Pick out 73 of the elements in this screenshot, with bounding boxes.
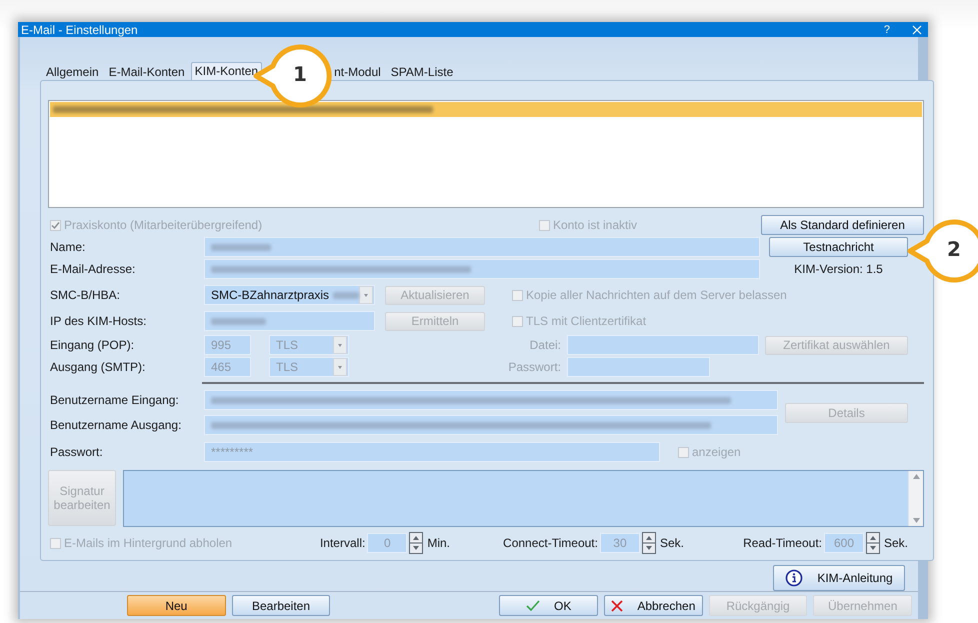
window-title: E-Mail - Einstellungen [21, 22, 139, 36]
callout-number: 2 [946, 237, 962, 261]
field-label: Connect-Timeout: [503, 536, 598, 550]
field-label: Datei: [528, 338, 562, 352]
number-field[interactable]: 30 [600, 533, 640, 553]
dropdown-value: TLS [276, 360, 298, 374]
number-field[interactable]: 0 [367, 533, 408, 553]
info-icon [785, 569, 804, 587]
scrollbar[interactable] [908, 471, 923, 526]
field-label: SMC-B/HBA: [49, 288, 122, 302]
field-label: E-Mail-Adresse: [49, 262, 136, 276]
dropdown-value: SMC-BZahnarztpraxis [211, 288, 330, 302]
checkbox-label: E-Mails im Hintergrund abholen [50, 536, 306, 550]
file-field[interactable] [567, 335, 759, 355]
test-message-button[interactable]: Testnachricht [769, 237, 908, 257]
footer-button[interactable]: Neu [127, 595, 226, 616]
tab[interactable]: nt-Modul [330, 64, 385, 80]
blurred-text [211, 318, 266, 324]
field-label: Benutzername Eingang: [49, 393, 180, 407]
set-default-button[interactable]: Als Standard definieren [761, 215, 924, 235]
text-field[interactable] [204, 311, 375, 331]
scroll-up-icon[interactable] [912, 474, 920, 479]
checkbox-label: Praxiskonto (Mitarbeiterübergreifend) [50, 218, 262, 232]
guide-button[interactable]: KIM-Anleitung [773, 565, 905, 591]
checkmark-icon [526, 600, 540, 612]
callout-number: 1 [292, 62, 308, 86]
checkbox-label: TLS mit Clientzertifikat [512, 314, 646, 328]
spin-buttons[interactable] [866, 532, 880, 554]
password-field[interactable]: ********* [204, 442, 660, 462]
text-field[interactable] [204, 237, 760, 257]
checkbox-label: Konto ist inaktiv [538, 218, 637, 232]
dropdown-value: TLS [276, 338, 298, 352]
tab[interactable]: E-Mail-Konten [104, 64, 189, 80]
port-field[interactable]: 465 [204, 357, 251, 377]
password-field[interactable] [567, 357, 710, 377]
field-label: Read-Timeout: [743, 536, 822, 550]
text-field[interactable] [204, 259, 760, 279]
field-label: Passwort: [49, 445, 104, 459]
checkbox-label: Kopie aller Nachrichten auf dem Server belassen [512, 288, 787, 302]
text-field[interactable] [204, 415, 778, 435]
text-field[interactable] [204, 390, 778, 410]
footer-button[interactable]: Abbrechen [604, 595, 703, 616]
field-label: Passwort: [507, 360, 562, 374]
help-button[interactable]: ? [884, 24, 890, 36]
tab[interactable]: KIM-Konten [190, 62, 262, 80]
account-row[interactable] [50, 102, 922, 117]
footer-button[interactable]: Bearbeiten [232, 595, 330, 616]
dropdown[interactable]: SMC-BZahnarztpraxis [204, 285, 375, 305]
signature-text-area[interactable] [123, 470, 924, 527]
close-icon[interactable] [912, 24, 922, 34]
field-label: Ausgang (SMTP): [49, 360, 146, 374]
unit-label: Min. [427, 536, 450, 550]
version-text: KIM-Version: 1.5 [793, 262, 884, 276]
field-label: Intervall: [320, 536, 366, 550]
tab[interactable]: SPAM-Liste [386, 64, 458, 80]
checkbox-label: anzeigen [678, 445, 741, 459]
spin-buttons[interactable] [409, 532, 424, 554]
unit-label: Sek. [660, 536, 684, 550]
dropdown[interactable]: TLS [269, 335, 349, 355]
cross-icon [611, 600, 624, 612]
scroll-down-icon[interactable] [912, 518, 920, 523]
port-field[interactable]: 995 [204, 335, 251, 355]
field-label: Benutzername Ausgang: [49, 418, 182, 432]
number-field[interactable]: 600 [824, 533, 864, 553]
tab[interactable]: Allgemein [42, 64, 103, 80]
field-label: Name: [49, 240, 86, 254]
unit-label: Sek. [884, 536, 908, 550]
spin-buttons[interactable] [642, 532, 656, 554]
blurred-text [211, 244, 271, 250]
field-label: Eingang (POP): [49, 338, 136, 352]
dropdown[interactable]: TLS [269, 357, 349, 377]
field-label: IP des KIM-Hosts: [49, 314, 148, 328]
footer-button[interactable]: OK [499, 595, 598, 616]
